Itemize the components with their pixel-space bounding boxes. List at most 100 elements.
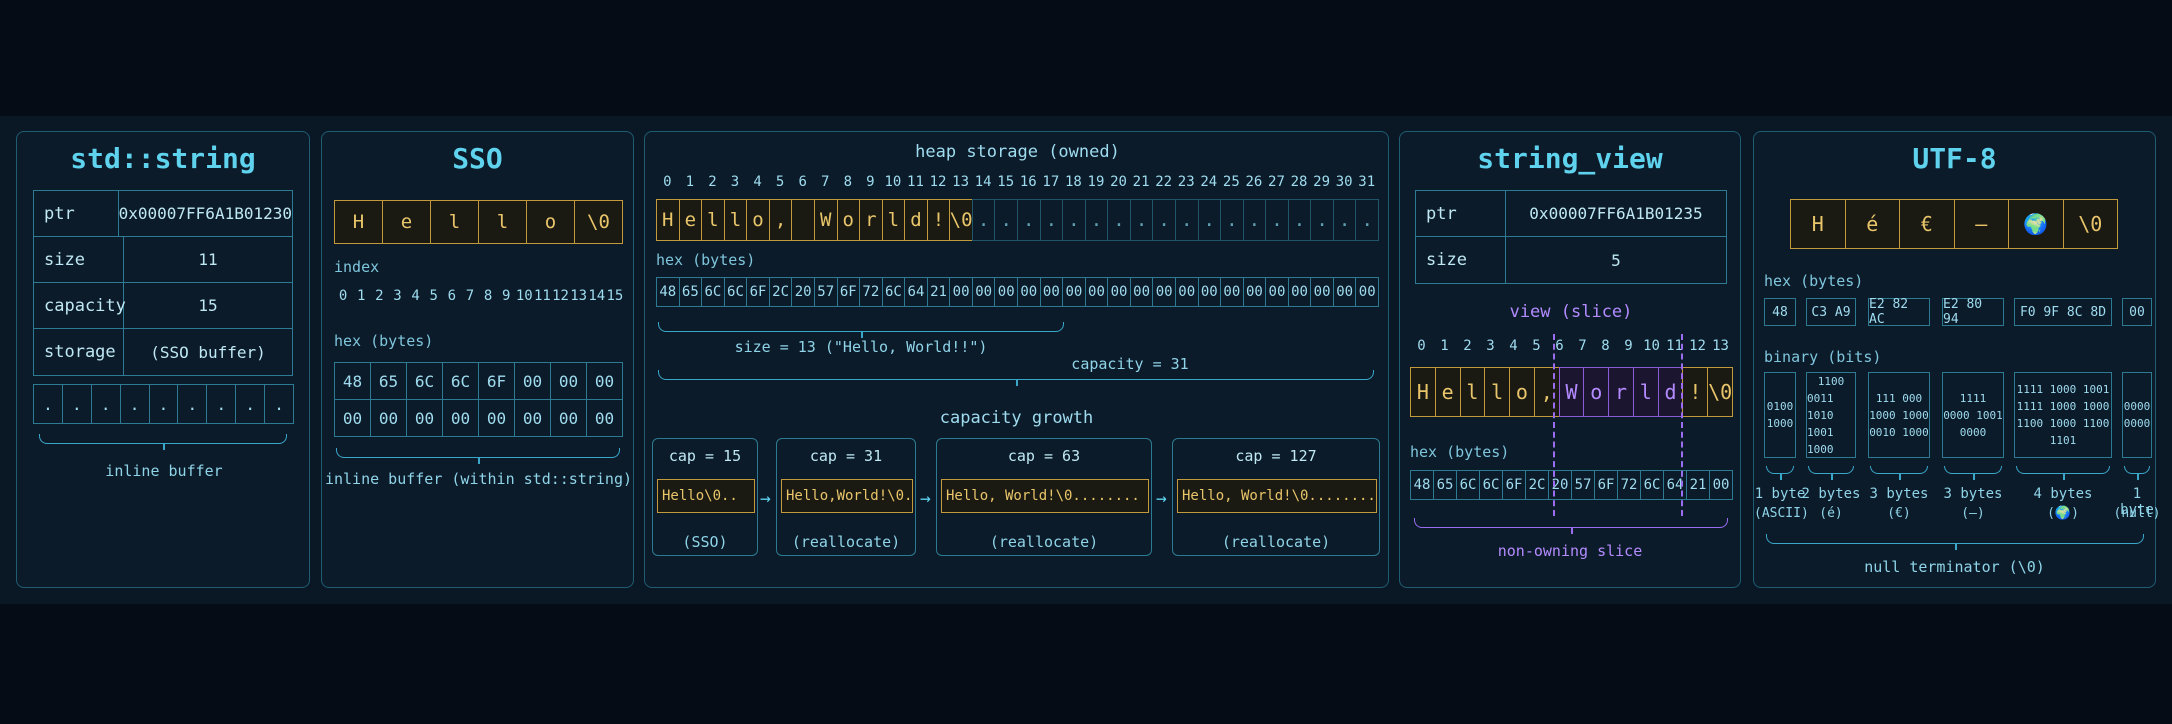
heap-char-cells: He l l o, Wo r l d! \0.................. [656, 199, 1379, 241]
panel-title: string_view [1477, 142, 1663, 175]
cell: . [1332, 199, 1357, 241]
view-indices: 0 1 2 3 4 5 6 7 8 9 10 11 12 13 [1410, 338, 1732, 358]
cell: d [1657, 367, 1684, 417]
growth-box: cap = 15 Hello\0.. (SSO) [652, 438, 758, 556]
cell: W [813, 199, 838, 241]
cell: e [382, 200, 431, 244]
cell: . [1197, 199, 1222, 241]
cell: 6C [1456, 470, 1480, 500]
cell: 00 [1242, 277, 1267, 307]
index-number: 29 [1313, 174, 1331, 190]
cell: 57 [813, 277, 838, 307]
utf8-byte-count: 2 bytes [1801, 486, 1861, 502]
hex-cell: 00 [586, 362, 623, 400]
utf8-hex-group: 00 [2122, 298, 2152, 326]
cell: 00 [1197, 277, 1222, 307]
heap-hex-cells: 48 65 6C 6C 6F 2C 20 57 6F 72 6C 64 21 00 00 00 00 00 00 00… [656, 277, 1379, 307]
growth-capacity: cap = 63 [1007, 447, 1081, 465]
cell: l [478, 200, 527, 244]
cell: 72 [859, 277, 883, 307]
cell: . [971, 199, 996, 241]
cell: . [1039, 199, 1064, 241]
growth-arrow: → [1156, 488, 1167, 509]
cell: 00 [971, 277, 996, 307]
cell: 2C [768, 277, 793, 307]
cell: . [1242, 199, 1267, 241]
string-view-fields: ptr 0x00007FF6A1B01235 size 5 [1415, 190, 1727, 284]
utf8-hex-group: E2 80 94 [1942, 297, 2004, 327]
index-number: 28 [1290, 174, 1308, 190]
std-string-fields: ptr 0x00007FF6A1B01230 size 11 capacity 15 sto… [33, 190, 293, 376]
cell: 00 [1107, 277, 1131, 307]
growth-note: (reallocate) [1221, 533, 1331, 551]
binary-line: 1000 1000 [1869, 408, 1929, 422]
cell: 72 [1617, 470, 1641, 500]
binary-line: 0000 [2123, 400, 2151, 413]
cell: H [656, 199, 680, 241]
cell: 20 [1548, 470, 1572, 500]
cell: 00 [1332, 277, 1357, 307]
cell: . [994, 199, 1018, 241]
cell: 20 [791, 277, 815, 307]
field-row: capacity 15 [34, 283, 292, 329]
utf8-byte-count: 3 bytes [1869, 486, 1929, 502]
hex-cell: 6C [406, 362, 443, 400]
cell: \0 [949, 199, 973, 241]
cell: . [235, 384, 266, 424]
cell: 6F [1594, 470, 1618, 500]
slice-end-marker [1681, 334, 1683, 516]
index-number: 25 [1222, 174, 1240, 190]
cell: . [33, 384, 63, 424]
view-hex-cells: 48 65 6C 6C 6F 2C 20 57 6F 72 6C 64 21 00 [1410, 470, 1733, 500]
utf8-byte-brace [1808, 466, 1854, 480]
cell: . [119, 384, 150, 424]
cell: o [836, 199, 861, 241]
utf8-char-cells: Hé € — 🌍 \0 [1790, 199, 2118, 249]
cell: . [1355, 199, 1379, 241]
cell: 00 [1039, 277, 1064, 307]
field-value: 0x00007FF6A1B01230 [118, 204, 292, 223]
hex-cell: 00 [370, 399, 407, 437]
binary-line: 1001 1000 [1807, 425, 1834, 456]
utf8-hex-group: E2 82 AC [1868, 297, 1930, 327]
binary-line: 1111 1000 1000 [2016, 400, 2110, 413]
utf8-binary-label: binary (bits) [1764, 348, 1882, 366]
utf8-brace [1766, 534, 2144, 550]
sso-hex-cells: 48 65 6C 6C 6F 00 00 00 00 00 00 00 00 00 00 00 [334, 362, 623, 438]
hex-cell: 00 [406, 399, 443, 437]
growth-note: (reallocate) [791, 533, 901, 551]
index-number: 10 [515, 288, 533, 304]
heap-hex-label: hex (bytes) [656, 251, 756, 269]
cell: l [1632, 367, 1659, 417]
utf8-hex-group: C3 A9 [1806, 298, 1856, 326]
utf8-binary-group: 0100 1000 [1764, 372, 1796, 458]
utf8-binary-group: 1111 1000 1001 1111 1000 1000 1100 1000 11… [2014, 372, 2112, 458]
index-number: 5 [429, 288, 438, 304]
cell: 6C [881, 277, 906, 307]
inline-buffer-label: inline buffer [105, 462, 223, 480]
utf8-binary-group: 1100 0011 1010 1001 1000 [1806, 372, 1856, 458]
size-label: size = 13 ("Hello, World!!") [734, 338, 988, 356]
cell: l [430, 200, 479, 244]
utf8-byte-char: (🌍) [2047, 506, 2079, 521]
index-number: 2 [1463, 338, 1472, 354]
utf8-brace-label: null terminator (\0) [1864, 558, 2045, 576]
cell: o [526, 200, 575, 244]
sso-buffer-brace [336, 448, 620, 464]
hex-cell: 6C [442, 362, 479, 400]
field-row: size 11 [34, 237, 292, 283]
index-number: 1 [685, 174, 695, 190]
index-number: 17 [1042, 174, 1060, 190]
cell: € [1899, 199, 1955, 249]
cell: e [678, 199, 703, 241]
cell: 00 [1709, 470, 1733, 500]
index-number: 11 [534, 288, 551, 304]
index-number: 16 [1019, 174, 1037, 190]
growth-arrow: → [920, 488, 931, 509]
index-number: 4 [1509, 338, 1518, 354]
inline-buffer-cells: ......... [33, 384, 294, 424]
binary-line: 1101 [2049, 434, 2077, 447]
growth-capacity: cap = 31 [809, 447, 883, 465]
index-number: 1 [356, 288, 366, 304]
cell: 21 [926, 277, 951, 307]
